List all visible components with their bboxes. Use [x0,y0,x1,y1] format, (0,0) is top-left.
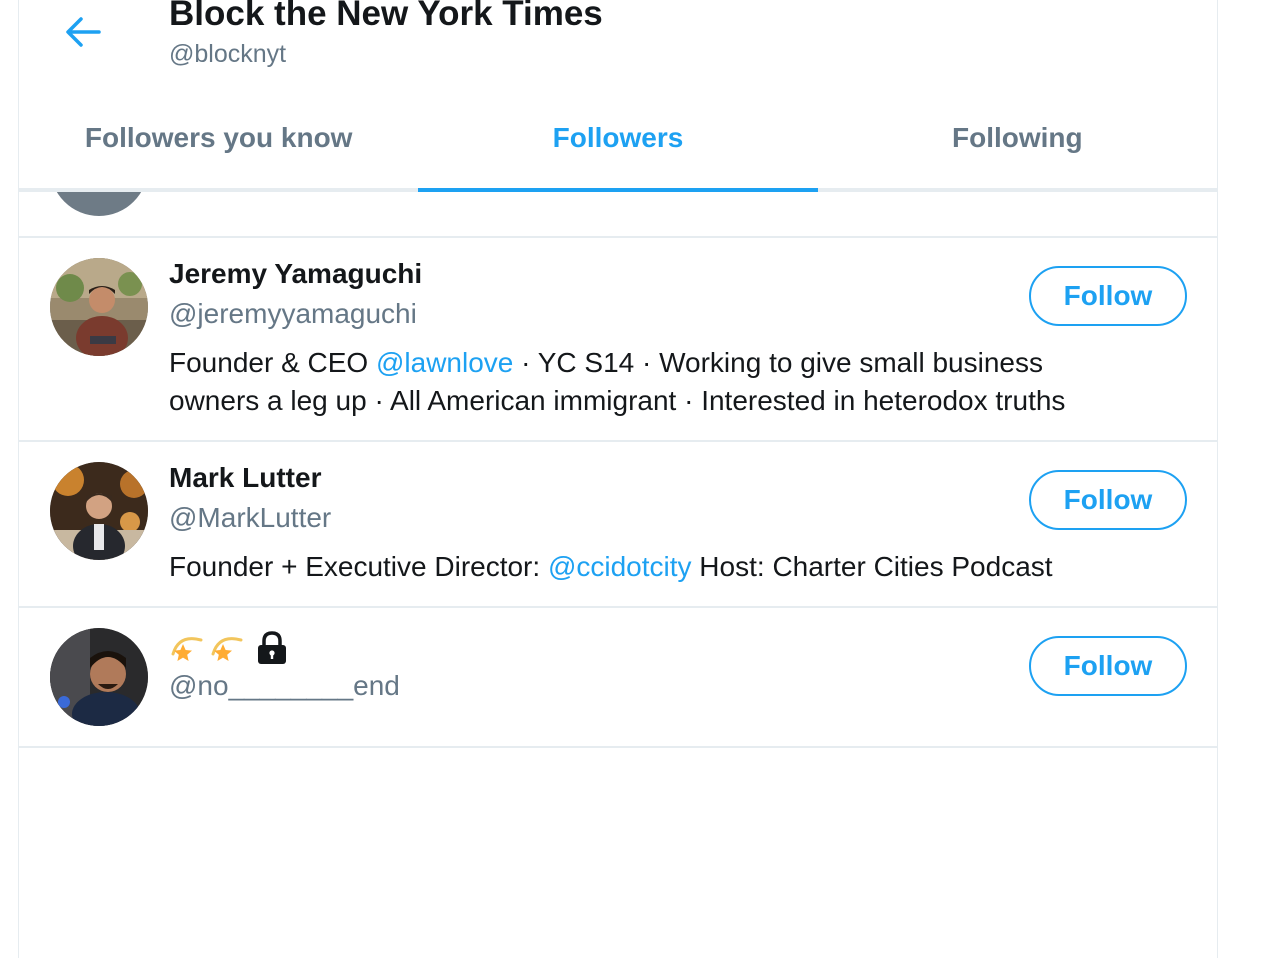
user-handle[interactable]: @MarkLutter [169,502,331,534]
user-handle[interactable]: @no________end [169,670,400,702]
bio-text: Founder + Executive Director: [169,551,548,582]
bio-mention-link[interactable]: @lawnlove [376,347,513,378]
avatar[interactable] [50,462,148,560]
bio-text: owners a leg up · All American immigrant… [169,385,1066,416]
user-handle[interactable]: @jeremyyamaguchi [169,298,417,330]
bio-mention-link[interactable]: @ccidotcity [548,551,692,582]
back-button[interactable] [57,6,109,58]
arrow-left-icon [66,17,101,47]
list-item[interactable] [19,190,1217,238]
page-title: Block the New York Times [169,0,603,33]
avatar[interactable] [50,190,148,216]
user-name[interactable] [169,628,289,668]
bio-text: Founder & CEO [169,347,376,378]
follow-button[interactable]: Follow [1029,636,1187,696]
tab-bar: Followers you know Followers Following [19,92,1217,192]
dizzy-emoji-icon [171,637,203,661]
tab-followers[interactable]: Followers [418,92,818,192]
avatar[interactable] [50,258,148,356]
lock-icon [258,631,286,664]
user-row-locked-account[interactable]: @no________end Follow [19,608,1217,748]
bio-text: Host: Charter Cities Podcast [691,551,1053,582]
user-bio: Founder + Executive Director: @ccidotcit… [169,548,1179,586]
user-row-mark-lutter[interactable]: Mark Lutter @MarkLutter Follow Founder +… [19,442,1217,608]
user-bio: Founder & CEO @lawnlove · YC S14 · Worki… [169,344,1179,420]
timeline-column: Block the New York Times @blocknyt Follo… [18,0,1218,958]
follow-button[interactable]: Follow [1029,470,1187,530]
follow-button[interactable]: Follow [1029,266,1187,326]
dizzy-emoji-icon [211,637,243,661]
tab-followers-you-know[interactable]: Followers you know [19,92,418,188]
header: Block the New York Times @blocknyt Follo… [19,0,1217,192]
user-name[interactable]: Mark Lutter [169,462,321,494]
avatar[interactable] [50,628,148,726]
user-row-jeremy-yamaguchi[interactable]: Jeremy Yamaguchi @jeremyyamaguchi Follow… [19,238,1217,442]
tab-following[interactable]: Following [818,92,1217,188]
user-name[interactable]: Jeremy Yamaguchi [169,258,422,290]
bio-text: · YC S14 · Working to give small busines… [513,347,1043,378]
page-handle: @blocknyt [169,40,287,68]
